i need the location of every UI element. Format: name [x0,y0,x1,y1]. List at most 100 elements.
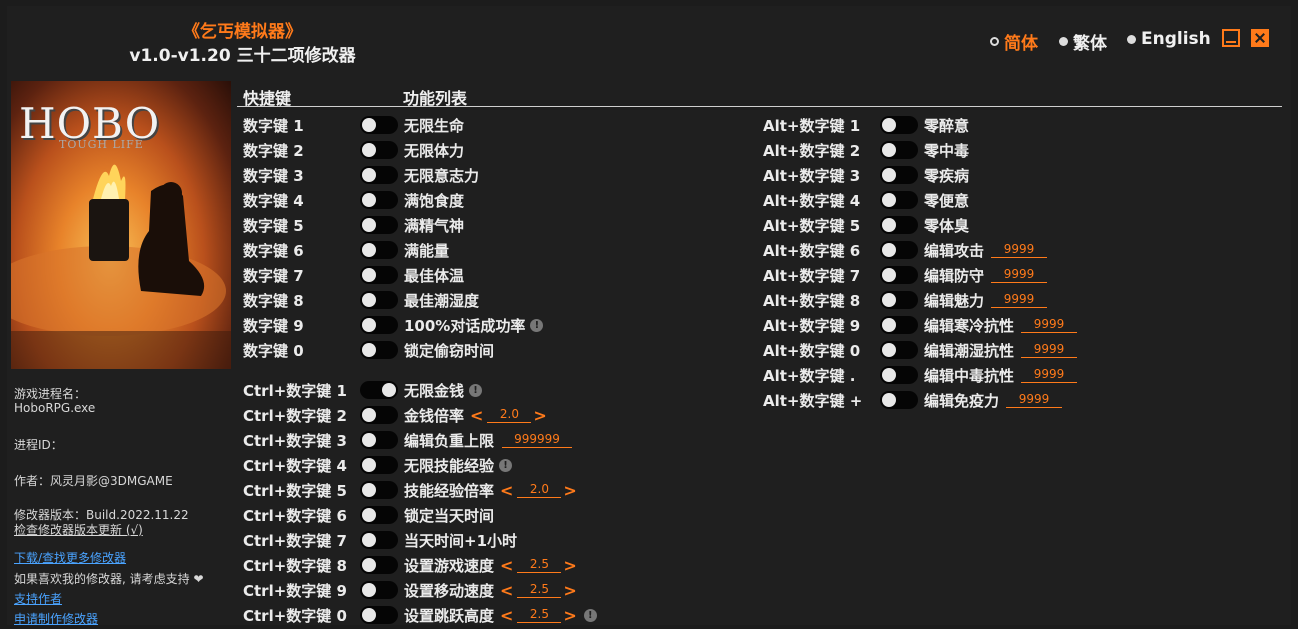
hotkey-label: 数字键 4 [243,191,304,210]
decrease-arrow-icon[interactable]: < [500,481,513,500]
cheat-label: 设置跳跃高度 [404,606,495,625]
cheat-toggle[interactable] [880,166,918,184]
cheat-toggle[interactable] [360,141,398,159]
value-input[interactable]: 2.0 [487,407,532,423]
cheat-toggle[interactable] [360,431,398,449]
increase-arrow-icon[interactable]: > [563,606,576,625]
value-input[interactable]: 2.5 [517,557,562,573]
support-text: 如果喜欢我的修改器, 请考虑支持 ❤ [14,572,204,586]
decrease-arrow-icon[interactable]: < [500,606,513,625]
cheat-toggle[interactable] [360,581,398,599]
hotkey-label: Ctrl+数字键 4 [243,456,347,475]
cheat-toggle[interactable] [880,141,918,159]
value-input[interactable]: 999999 [502,432,573,448]
cheat-toggle[interactable] [360,606,398,624]
cheat-label: 无限金钱 [404,381,465,400]
cheat-label: 设置移动速度 [404,581,495,600]
cheat-toggle[interactable] [880,241,918,259]
cheat-toggle[interactable] [360,406,398,424]
radio-selected-icon [990,37,999,46]
download-more-link[interactable]: 下载/查找更多修改器 [14,549,126,566]
hotkey-label: Alt+数字键 8 [763,291,861,310]
cheat-row: 数字键 6 满能量 [243,238,449,262]
value-input[interactable]: 9999 [1006,392,1063,408]
cheat-toggle[interactable] [880,116,918,134]
radio-icon [1059,37,1068,46]
hotkey-label: Ctrl+数字键 5 [243,481,347,500]
decrease-arrow-icon[interactable]: < [500,556,513,575]
cheat-toggle[interactable] [360,291,398,309]
cheat-toggle[interactable] [360,116,398,134]
cheat-toggle[interactable] [360,316,398,334]
cheat-toggle[interactable] [880,391,918,409]
cheat-toggle[interactable] [360,456,398,474]
close-icon[interactable] [1251,29,1269,47]
cheat-label: 满能量 [404,241,450,260]
cheat-label: 金钱倍率 [404,406,465,425]
lang-english[interactable]: English [1127,29,1211,49]
cheat-row: 数字键 3 无限意志力 [243,163,479,187]
increase-arrow-icon[interactable]: > [563,581,576,600]
hotkey-label: Alt+数字键 7 [763,266,861,285]
decrease-arrow-icon[interactable]: < [470,406,483,425]
value-input[interactable]: 9999 [991,292,1048,308]
cheat-row: Alt+数字键 1 零醉意 [763,113,969,137]
cheat-label: 无限体力 [404,141,465,160]
hotkey-label: Alt+数字键 3 [763,166,861,185]
increase-arrow-icon[interactable]: > [563,481,576,500]
value-input[interactable]: 9999 [1021,317,1078,333]
value-input[interactable]: 2.5 [517,607,562,623]
cheat-toggle[interactable] [880,316,918,334]
support-author-link[interactable]: 支持作者 [14,590,62,607]
info-icon[interactable]: ! [583,608,597,622]
cheat-row: Ctrl+数字键 1 无限金钱! [243,378,483,402]
info-icon[interactable]: ! [530,318,544,332]
info-icon[interactable]: ! [469,383,483,397]
cheat-toggle[interactable] [880,291,918,309]
lang-label: English [1141,29,1211,49]
decrease-arrow-icon[interactable]: < [500,581,513,600]
cheat-toggle[interactable] [360,556,398,574]
check-update-link[interactable]: 检查修改器版本更新 (√) [14,521,143,538]
hotkey-label: Ctrl+数字键 6 [243,506,347,525]
cheat-toggle[interactable] [360,191,398,209]
cheat-row: Ctrl+数字键 0 设置跳跃高度 <2.5 >! [243,603,597,627]
hotkey-label: Ctrl+数字键 8 [243,556,347,575]
cheat-toggle[interactable] [880,216,918,234]
increase-arrow-icon[interactable]: > [533,406,546,425]
increase-arrow-icon[interactable]: > [563,556,576,575]
cheat-toggle[interactable] [360,166,398,184]
value-input[interactable]: 9999 [1021,367,1078,383]
process-name-label: 游戏进程名： [14,387,87,401]
info-icon[interactable]: ! [499,458,513,472]
value-input[interactable]: 2.5 [517,582,562,598]
cheat-toggle[interactable] [360,531,398,549]
value-input[interactable]: 2.0 [517,482,562,498]
hotkey-label: Alt+数字键 2 [763,141,861,160]
value-input[interactable]: 9999 [1021,342,1078,358]
cheat-toggle[interactable] [360,506,398,524]
cheat-toggle[interactable] [360,266,398,284]
hotkey-label: Ctrl+数字键 3 [243,431,347,450]
cheat-toggle[interactable] [880,266,918,284]
hotkey-label: Alt+数字键 6 [763,241,861,260]
request-trainer-link[interactable]: 申请制作修改器 [14,610,98,627]
cheat-toggle[interactable] [360,381,398,399]
cheat-toggle[interactable] [360,341,398,359]
value-input[interactable]: 9999 [991,242,1048,258]
minimize-icon[interactable] [1222,29,1240,47]
cheat-toggle[interactable] [880,191,918,209]
cheat-label: 无限意志力 [404,166,480,185]
lang-label: 繁体 [1073,34,1107,54]
cheat-toggle[interactable] [880,341,918,359]
cheat-toggle[interactable] [360,481,398,499]
lang-traditional[interactable]: 繁体 [1059,29,1107,54]
author-info: 作者：风灵月影@3DMGAME [14,474,173,488]
cover-logo-subtitle: TOUGH LIFE [59,138,144,151]
cheat-toggle[interactable] [360,241,398,259]
value-input[interactable]: 9999 [991,267,1048,283]
lang-simplified[interactable]: 简体 [990,29,1038,54]
cheat-toggle[interactable] [880,366,918,384]
cheat-toggle[interactable] [360,216,398,234]
cheat-label: 100%对话成功率 [404,316,526,335]
